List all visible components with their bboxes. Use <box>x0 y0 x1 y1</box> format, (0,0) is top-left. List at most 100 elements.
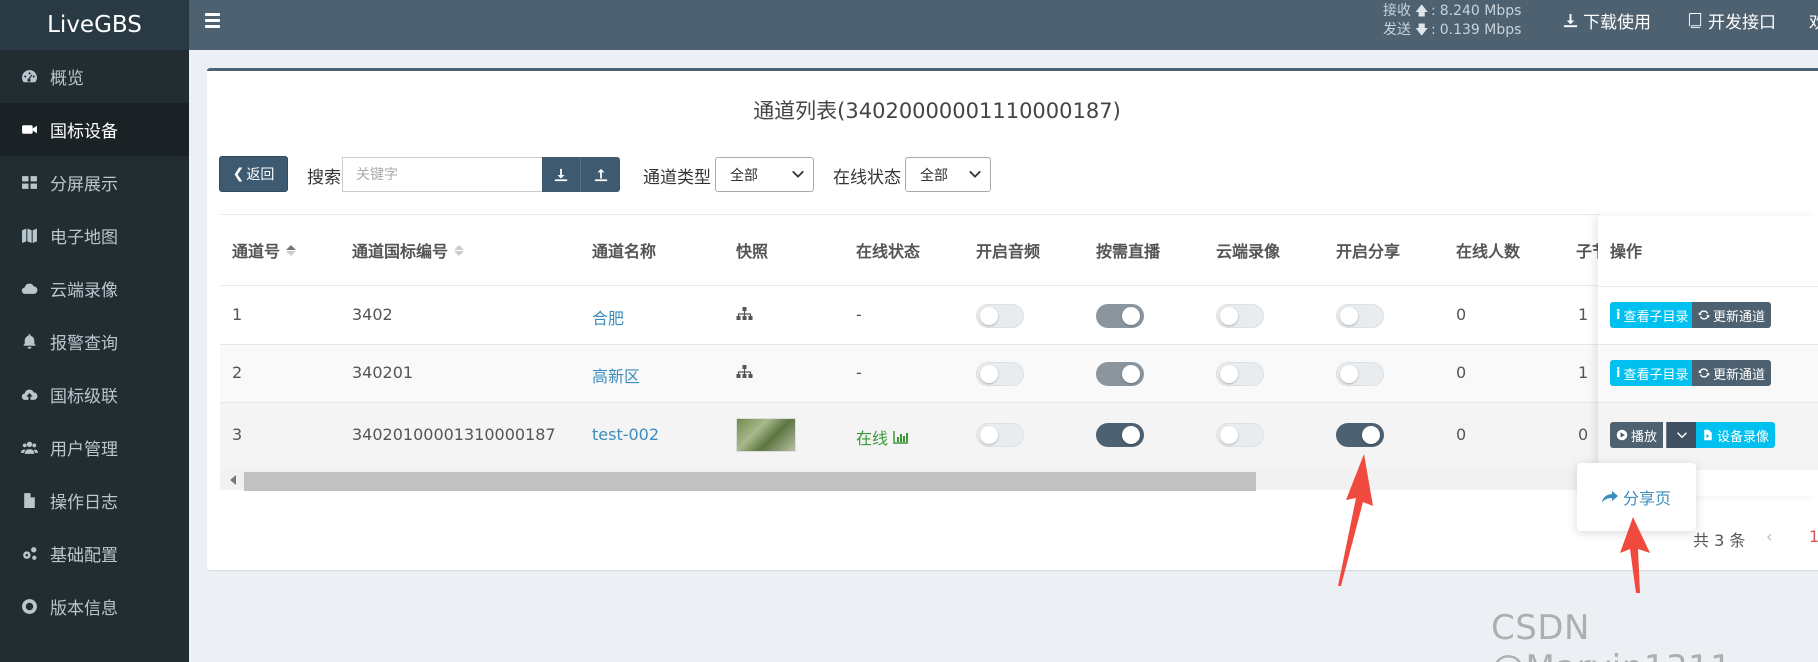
colon: : <box>1431 3 1436 19</box>
audio-toggle[interactable] <box>976 362 1024 386</box>
device-record-button[interactable]: 设备录像 <box>1696 422 1776 448</box>
sidebar-item-alarm[interactable]: 报警查询 <box>0 315 189 368</box>
chevron-left-icon: ❮ <box>232 166 245 182</box>
file-video-icon <box>1704 429 1712 441</box>
cell-name-link[interactable]: test-002 <box>592 425 659 444</box>
pagination-prev[interactable]: ‹ <box>1766 527 1772 546</box>
header-channel-no[interactable]: 通道号 <box>232 240 297 261</box>
header-audio: 开启音频 <box>976 242 1041 261</box>
cell-name-link[interactable]: 合肥 <box>592 305 624 329</box>
upload-icon <box>594 168 607 181</box>
share-toggle[interactable] <box>1336 423 1384 447</box>
back-label: 返回 <box>246 167 275 183</box>
sidebar-item-gb-devices[interactable]: 国标设备 <box>0 103 189 156</box>
cloud-icon <box>18 280 40 298</box>
scroll-left-icon[interactable] <box>230 475 236 485</box>
cell-gb-id: 340201 <box>352 363 414 382</box>
share-toggle[interactable] <box>1336 304 1384 328</box>
play-circle-icon <box>1616 429 1628 441</box>
book-icon <box>1688 12 1702 28</box>
bandwidth-indicator: 接收 🡅 : 8.240 Mbps 发送 🡇 : 0.139 Mbps <box>1383 2 1521 40</box>
scrollbar-thumb[interactable] <box>244 472 1256 491</box>
header-gb-id[interactable]: 通道国标编号 <box>352 240 465 261</box>
search-input[interactable] <box>342 157 542 192</box>
cell-online: - <box>856 305 862 324</box>
file-icon <box>18 492 40 510</box>
download-icon <box>554 168 568 181</box>
cell-viewers: 0 <box>1456 363 1467 382</box>
horizontal-scrollbar[interactable] <box>220 470 1600 491</box>
audio-toggle[interactable] <box>976 304 1024 328</box>
download-link[interactable]: 下载使用 <box>1563 0 1651 40</box>
sidebar-item-label: 国标级联 <box>50 387 118 407</box>
ondemand-toggle[interactable] <box>1096 362 1144 386</box>
import-button[interactable] <box>542 157 581 192</box>
header-share: 开启分享 <box>1336 242 1401 261</box>
cell-name-link[interactable]: 高新区 <box>592 363 640 387</box>
download-icon <box>1563 13 1578 27</box>
view-children-button[interactable]: i 查看子目录 <box>1610 360 1695 386</box>
actions-column: 操作 i 查看子目录 更新通道 i 查看子目录 更新通道 播放 设备录像 <box>1598 216 1818 496</box>
app-logo[interactable]: LiveGBS <box>0 0 189 50</box>
audio-toggle[interactable] <box>976 423 1024 447</box>
sidebar-item-version[interactable]: 版本信息 <box>0 580 189 633</box>
cloud-record-toggle[interactable] <box>1216 362 1264 386</box>
sidebar-item-cloud-record[interactable]: 云端录像 <box>0 262 189 315</box>
annotation-arrow <box>1338 454 1373 586</box>
ondemand-toggle[interactable] <box>1096 304 1144 328</box>
channel-type-select[interactable]: 全部 <box>715 157 814 192</box>
api-label: 开发接口 <box>1708 12 1776 33</box>
table-row <box>220 345 1600 402</box>
update-channel-button[interactable]: 更新通道 <box>1692 360 1772 386</box>
cloud-record-toggle[interactable] <box>1216 423 1264 447</box>
sidebar-item-overview[interactable]: 概览 <box>0 50 189 103</box>
menu-toggle-icon[interactable] <box>205 13 225 33</box>
channel-type-label: 通道类型 <box>643 168 711 188</box>
table-row <box>220 286 1600 344</box>
welcome-user-link[interactable]: 欢 <box>1809 0 1818 40</box>
export-button[interactable] <box>581 157 620 192</box>
colon: : <box>1431 22 1436 38</box>
sidebar-item-label: 版本信息 <box>50 599 118 619</box>
pagination-page[interactable]: 1 <box>1809 527 1818 546</box>
divider <box>220 214 1600 215</box>
device-record-label: 设备录像 <box>1717 429 1770 445</box>
sidebar-item-map[interactable]: 电子地图 <box>0 209 189 262</box>
view-children-label: 查看子目录 <box>1623 367 1689 383</box>
cell-viewers: 0 <box>1456 305 1467 324</box>
sitemap-icon[interactable] <box>736 365 753 379</box>
view-children-button[interactable]: i 查看子目录 <box>1610 302 1695 328</box>
header-label: 通道号 <box>232 242 281 261</box>
sitemap-icon[interactable] <box>736 307 753 321</box>
sidebar-item-split-screen[interactable]: 分屏展示 <box>0 156 189 209</box>
online-status-select[interactable]: 全部 <box>905 157 991 192</box>
cell-online-status: 在线 <box>856 425 909 449</box>
cell-online: - <box>856 363 862 382</box>
sort-icon <box>454 244 465 256</box>
sidebar-item-cascade[interactable]: 国标级联 <box>0 368 189 421</box>
sidebar-item-label: 操作日志 <box>50 493 118 513</box>
dashboard-icon <box>18 68 40 86</box>
share-toggle[interactable] <box>1336 362 1384 386</box>
play-dropdown-toggle[interactable] <box>1666 422 1696 448</box>
snapshot-thumbnail[interactable] <box>736 418 796 452</box>
api-docs-link[interactable]: 开发接口 <box>1688 0 1776 40</box>
cloud-record-toggle[interactable] <box>1216 304 1264 328</box>
sidebar-item-config[interactable]: 基础配置 <box>0 527 189 580</box>
sidebar-item-logs[interactable]: 操作日志 <box>0 474 189 527</box>
arrow-up-icon: 🡅 <box>1415 4 1429 19</box>
chevron-down-icon <box>792 170 804 178</box>
update-channel-button[interactable]: 更新通道 <box>1692 302 1772 328</box>
sidebar-item-label: 云端录像 <box>50 281 118 301</box>
cell-sub: 1 <box>1578 305 1589 324</box>
recv-value: 8.240 Mbps <box>1439 3 1522 19</box>
ondemand-toggle[interactable] <box>1096 423 1144 447</box>
cell-channel-no: 3 <box>232 425 243 444</box>
play-button[interactable]: 播放 <box>1610 422 1664 448</box>
sidebar-item-users[interactable]: 用户管理 <box>0 421 189 474</box>
watermark: CSDN @Marvin1311 <box>1491 608 1732 662</box>
back-button[interactable]: ❮ 返回 <box>219 156 288 192</box>
divider <box>1598 286 1818 287</box>
online-text: 在线 <box>856 429 889 448</box>
bar-chart-icon[interactable] <box>893 430 909 444</box>
